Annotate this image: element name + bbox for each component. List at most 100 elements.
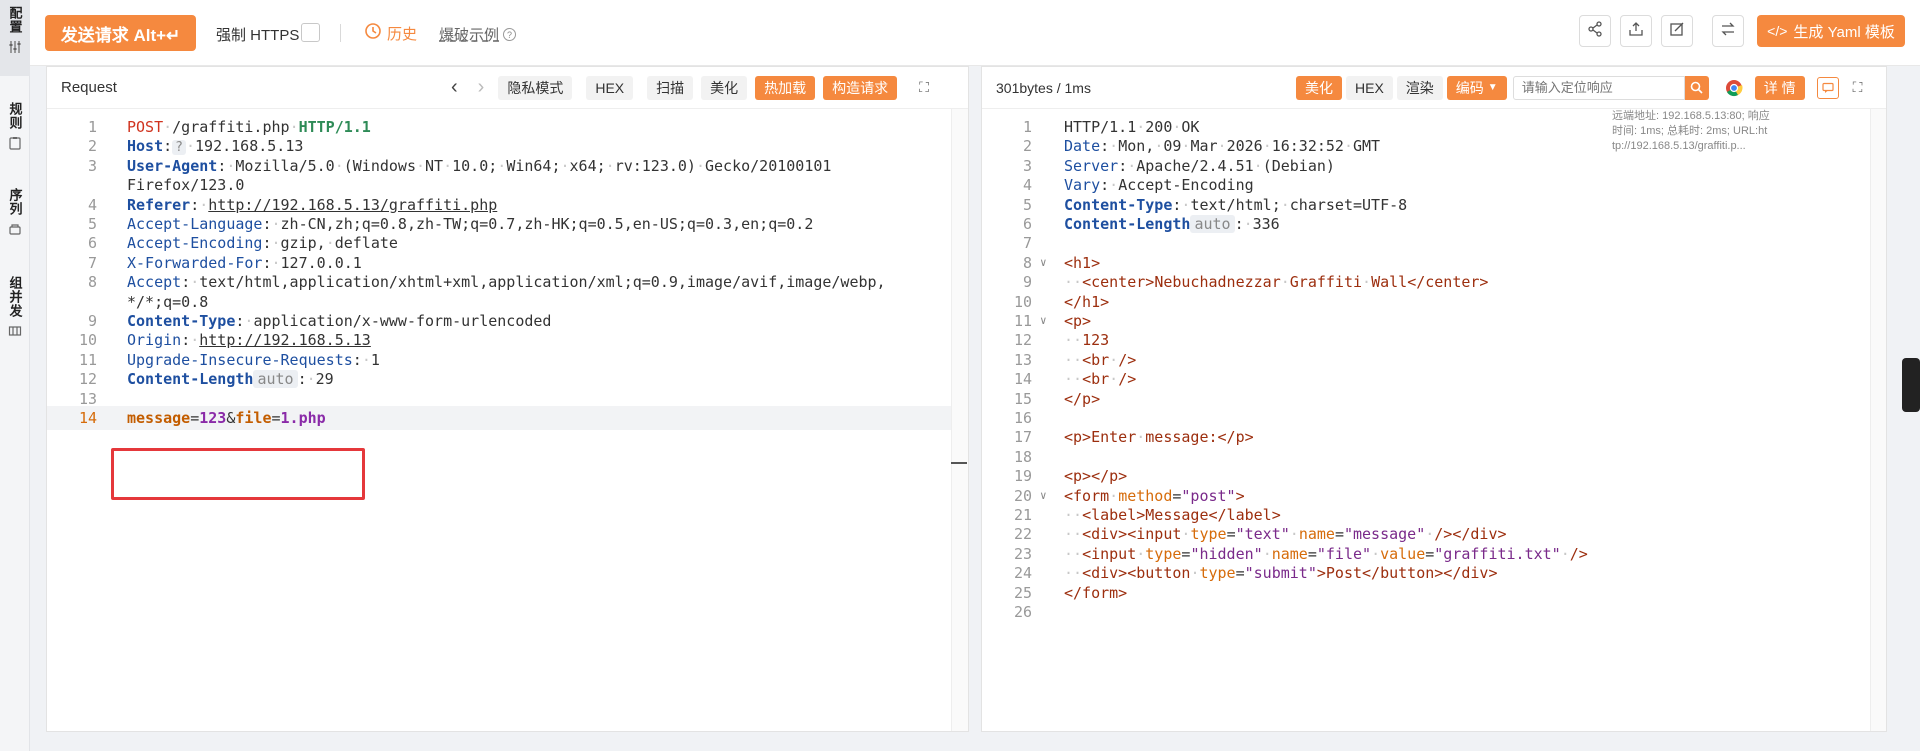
code-token: "graffiti.txt" [1434,544,1561,563]
response-beautify-button[interactable]: 美化 [1296,75,1342,100]
response-panel: 301bytes / 1ms 美化 HEX 渲染 编码▼ 详 情 ⛶ 1HTTP… [981,66,1887,732]
code-token: = [1226,525,1236,544]
comment-icon[interactable] [1816,76,1839,99]
request-scroll-marker [951,462,967,464]
minimap-text: 时间: 1ms; 总耗时: 2ms; URL:ht [1612,125,1768,137]
sidebar-tab-config[interactable]: 配置 [0,0,30,76]
search-field [1512,75,1709,100]
code-token: Content-Type [1064,195,1173,214]
code-token: <p></p> [1064,467,1128,486]
code-token: Content-Length [127,370,254,389]
code-token: http://192.168.5.13 [199,331,371,350]
code-token: = [1307,544,1317,563]
code-token: </p> [1064,389,1101,408]
swap-icon [1720,21,1736,42]
swap-button[interactable] [1712,15,1744,47]
code-token: :·127.0.0.1 [262,253,362,272]
code-token: :·Accept-Encoding [1100,176,1254,195]
code-token: Date [1064,137,1101,156]
help-icon: ? [503,28,517,41]
scan-button[interactable]: 扫描 [647,75,694,100]
sidebar-tab-label: 序列 [7,188,23,216]
minimap-text: tp://192.168.5.13/graffiti.p... [1612,140,1746,152]
code-token: "file" [1316,544,1372,563]
code-line: 14 message=123&file=1.php [47,406,968,430]
sidebar-tab-label: 配置 [7,6,23,34]
code-token: · [1289,525,1299,544]
code-token: :·Apache/2.4.51·(Debian) [1118,156,1335,175]
line-number: 26 [1013,603,1032,621]
send-request-button[interactable]: 发送请求 Alt+↵ [45,15,196,51]
build-request-button[interactable]: 构造请求 [823,75,898,100]
chrome-icon[interactable] [1725,79,1743,97]
code-token: Accept-Encoding [127,234,263,253]
generate-yaml-button[interactable]: </> 生成 Yaml 模板 [1757,15,1905,47]
code-token: · [1262,544,1272,563]
response-search-input[interactable] [1512,75,1685,100]
code-token: name [1298,525,1335,544]
stack-icon [8,222,22,241]
sidebar-tab-rules[interactable]: 规则 [0,96,30,166]
encoding-label: 编码 [1455,79,1484,96]
side-drag-handle[interactable] [1902,358,1920,412]
code-token: = [1334,525,1344,544]
sidebar-tab-sequence[interactable]: 序列 [0,182,30,252]
share-button[interactable] [1579,15,1611,47]
hot-reload-button[interactable]: 热加载 [755,75,816,100]
chevron-down-icon: ▼ [1487,82,1498,93]
code-token: auto [1190,215,1235,233]
fullscreen-icon[interactable]: ⛶ [919,79,929,96]
code-token: :·text/html,application/xhtml+xml,applic… [181,273,886,292]
sidebar-tab-label: 规则 [7,102,23,130]
sidebar-tab-concurrency[interactable]: 组并发 [0,270,30,360]
hex-button[interactable]: HEX [586,75,634,100]
code-token: Accept-Language [127,215,263,233]
history-button[interactable]: 历史 [364,22,417,44]
code-icon: </> [1767,23,1788,39]
response-meta: 301bytes / 1ms [996,79,1091,96]
code-token: ·/> [1560,544,1588,563]
request-editor[interactable]: 1 POST·/graffiti.php·HTTP/1.1 2 Host:? ·192.… [47,109,968,731]
response-hex-button[interactable]: HEX [1346,75,1393,100]
code-token: <input· [1082,544,1146,563]
code-token: ·/></div> [1425,525,1507,544]
request-scrollbar[interactable] [951,109,968,731]
code-token: name [1271,544,1308,563]
code-token: type [1190,525,1227,544]
code-token: message [127,409,191,427]
columns-icon [8,324,22,343]
response-editor[interactable]: 1 HTTP/1.1·200·OK 2 Date:·Mon,·09·Mar·2026·… [982,109,1886,731]
code-token: ·· [1064,525,1083,544]
code-token: 123 [199,409,227,427]
fullscreen-icon[interactable]: ⛶ [1853,79,1863,96]
privacy-mode-button[interactable]: 隐私模式 [498,75,573,100]
beautify-button[interactable]: 美化 [701,75,748,100]
code-token: ·· [1064,273,1083,292]
search-icon[interactable] [1684,75,1709,100]
export-button[interactable] [1620,15,1652,47]
force-https-checkbox[interactable] [301,23,320,42]
code-token: ·· [1064,370,1083,389]
request-panel-header: Request ‹ › 隐私模式 HEX 扫描 美化 热加载 构造请求 ⛶ [47,67,968,109]
response-minimap: 远端地址: 192.168.5.13:80; 响应 时间: 1ms; 总耗时: … [1612,109,1872,169]
forward-arrow-icon[interactable]: › [478,76,485,99]
code-token: "post" [1181,486,1236,505]
render-button[interactable]: 渲染 [1396,75,1443,100]
code-token: ·· [1064,350,1083,369]
code-token: method [1118,486,1173,505]
toolbar-divider [340,24,341,42]
code-token: "hidden" [1190,544,1263,563]
back-arrow-icon[interactable]: ‹ [451,76,458,99]
burst-example-link[interactable]: 爆破示例 ? [439,24,517,45]
encoding-dropdown[interactable]: 编码 ▼ [1446,75,1507,100]
edit-button[interactable] [1661,15,1693,47]
app-window: 配置 规则 序列 组并发 发送请求 Alt+↵ 强制 HTTPS 历史 爆破示例… [0,0,1920,751]
share-icon [1587,20,1603,42]
sliders-icon [8,40,22,59]
detail-button[interactable]: 详 情 [1754,75,1805,100]
code-token: Host [127,137,164,156]
response-scrollbar[interactable] [1870,109,1886,731]
code-token: Content-Length [1064,215,1191,233]
code-token: "text" [1235,525,1290,544]
upload-icon [1628,21,1644,42]
